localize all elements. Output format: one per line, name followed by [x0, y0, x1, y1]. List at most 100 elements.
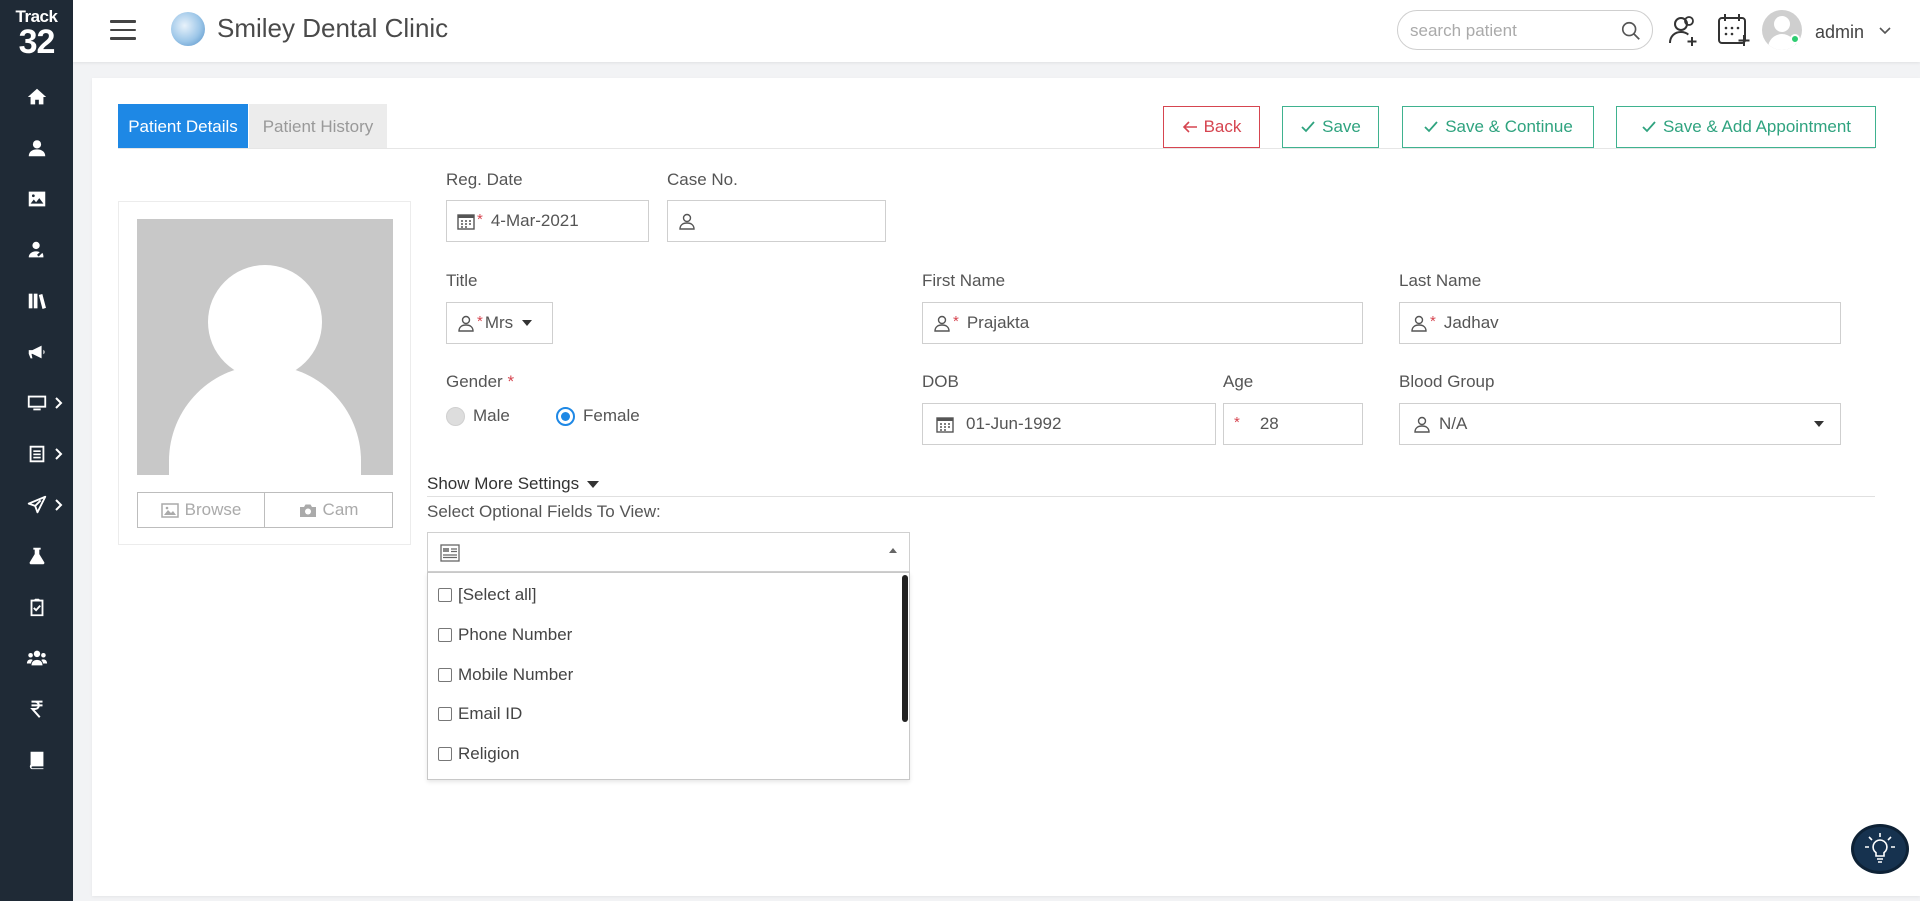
first-name-value: Prajakta — [966, 313, 1030, 332]
back-label: Back — [1203, 117, 1242, 136]
gender-male-radio[interactable]: Male — [446, 406, 510, 426]
last-name-field[interactable]: * Jadhav — [1399, 302, 1841, 344]
lightbulb-icon — [1865, 833, 1895, 863]
user-icon — [1411, 315, 1427, 332]
last-name-value: Jadhav — [1443, 313, 1499, 332]
first-name-label: First Name — [922, 271, 1006, 290]
sidebar-item-reports[interactable] — [0, 434, 73, 474]
sidebar-item-doctors[interactable] — [0, 230, 73, 270]
optional-fields-dropdown: [Select all] Phone Number Mobile Number … — [427, 572, 910, 780]
rupee-icon — [29, 700, 42, 718]
gender-label: Gender * — [446, 372, 514, 392]
sidebar-item-patients[interactable] — [0, 128, 73, 168]
option-select-all[interactable]: [Select all] — [438, 585, 536, 605]
search-icon[interactable] — [1620, 20, 1642, 42]
user-avatar[interactable] — [1762, 10, 1802, 50]
chevron-right-icon — [53, 395, 65, 411]
checkbox[interactable] — [438, 628, 452, 642]
option-label: Email ID — [458, 704, 523, 723]
tab-patient-details[interactable]: Patient Details — [118, 104, 248, 149]
dropdown-caret-icon — [522, 320, 532, 326]
sidebar-item-messages[interactable] — [0, 485, 73, 525]
save-button[interactable]: Save — [1282, 106, 1379, 148]
sidebar-item-campaigns[interactable] — [0, 332, 73, 372]
sidebar-item-gallery[interactable] — [0, 179, 73, 219]
dob-field[interactable]: 01-Jun-1992 — [922, 403, 1216, 445]
age-field[interactable]: * 28 — [1223, 403, 1363, 445]
back-button[interactable]: Back — [1163, 106, 1260, 148]
optional-fields-select[interactable] — [427, 532, 910, 572]
optional-fields-label: Select Optional Fields To View: — [427, 502, 661, 521]
sidebar-item-tasks[interactable] — [0, 587, 73, 627]
book-icon — [29, 751, 43, 770]
checkbox[interactable] — [438, 747, 452, 761]
chevron-down-icon[interactable] — [1878, 26, 1892, 36]
title-select[interactable]: * Mrs — [446, 302, 553, 344]
show-more-settings-toggle[interactable]: Show More Settings — [427, 474, 600, 494]
gender-required-mark: * — [507, 372, 515, 391]
checkbox[interactable] — [438, 707, 452, 721]
option-phone-number[interactable]: Phone Number — [438, 625, 572, 645]
gallery-icon — [28, 191, 45, 207]
checkbox[interactable] — [438, 588, 452, 602]
gender-female-label: Female — [583, 406, 640, 425]
first-name-field[interactable]: * Prajakta — [922, 302, 1363, 344]
radio-unselected-icon — [446, 406, 465, 426]
sidebar-item-guide[interactable] — [0, 740, 73, 780]
dropdown-scrollbar[interactable] — [902, 575, 908, 722]
sidebar-item-staff[interactable] — [0, 638, 73, 678]
help-button[interactable] — [1851, 824, 1909, 874]
save-add-appointment-label: Save & Add Appointment — [1662, 117, 1852, 136]
reg-date-value: 4-Mar-2021 — [490, 211, 579, 230]
send-icon — [27, 495, 46, 514]
monitor-icon — [27, 395, 46, 411]
doctor-icon — [28, 241, 43, 258]
caret-down-icon — [587, 480, 600, 488]
save-continue-button[interactable]: Save & Continue — [1402, 106, 1594, 148]
case-no-label: Case No. — [667, 170, 738, 189]
add-appointment-icon[interactable] — [1716, 12, 1752, 48]
gender-female-radio[interactable]: Female — [556, 406, 640, 426]
reg-date-field[interactable]: * 4-Mar-2021 — [446, 200, 649, 242]
library-icon — [28, 293, 46, 309]
check-icon — [1642, 121, 1656, 133]
gender-label-text: Gender — [446, 372, 503, 391]
gender-male-label: Male — [473, 406, 510, 425]
search-patient-input[interactable] — [1410, 20, 1610, 42]
check-icon — [1424, 121, 1438, 133]
age-label: Age — [1223, 372, 1254, 391]
save-add-appointment-button[interactable]: Save & Add Appointment — [1616, 106, 1876, 148]
patient-photo-placeholder — [137, 219, 393, 475]
browse-label: Browse — [184, 500, 242, 519]
option-mobile-number[interactable]: Mobile Number — [438, 665, 573, 685]
sidebar-item-lab[interactable] — [0, 536, 73, 576]
clinic-logo — [171, 12, 205, 46]
user-icon — [1414, 416, 1430, 433]
add-patient-icon[interactable] — [1665, 12, 1701, 48]
tab-divider — [118, 148, 1875, 149]
sidebar-item-library[interactable] — [0, 281, 73, 321]
caret-up-icon — [889, 548, 897, 553]
sidebar-item-home[interactable] — [0, 77, 73, 117]
hamburger-menu-icon[interactable] — [110, 20, 136, 42]
arrow-left-icon — [1182, 121, 1197, 133]
option-religion[interactable]: Religion — [438, 744, 519, 764]
blood-group-select[interactable]: N/A — [1399, 403, 1841, 445]
calendar-icon — [936, 417, 954, 433]
camera-button[interactable]: Cam — [264, 492, 393, 528]
tab-patient-history[interactable]: Patient History — [249, 104, 387, 149]
option-label: Mobile Number — [458, 665, 574, 684]
flask-icon — [29, 547, 44, 565]
search-box — [1397, 10, 1653, 50]
track32-logo[interactable]: Track 32 — [0, 8, 73, 61]
sidebar-item-billing[interactable] — [0, 689, 73, 729]
sidebar-item-display[interactable] — [0, 383, 73, 423]
case-no-field[interactable] — [667, 200, 886, 242]
home-icon — [27, 88, 46, 105]
checkbox[interactable] — [438, 668, 452, 682]
option-email-id[interactable]: Email ID — [438, 704, 522, 724]
browse-photo-button[interactable]: Browse — [137, 492, 265, 528]
required-mark: * — [477, 210, 483, 228]
logo-text-32: 32 — [18, 23, 56, 61]
user-name[interactable]: admin — [1815, 22, 1864, 43]
